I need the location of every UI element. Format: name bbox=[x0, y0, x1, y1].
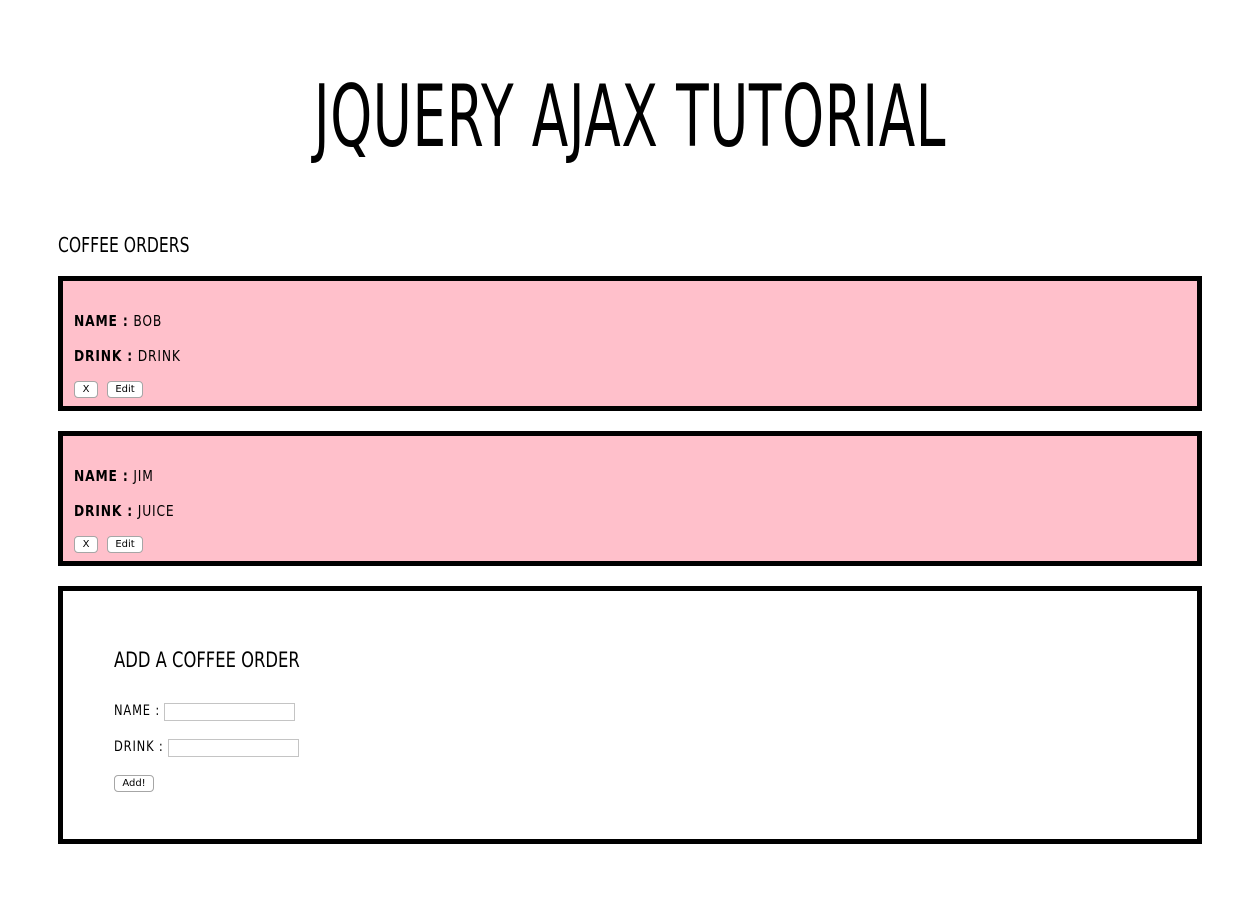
name-form-row: NAME : bbox=[114, 702, 295, 722]
add-order-panel: ADD A COFFEE ORDER NAME : DRINK : Add! bbox=[58, 586, 1202, 844]
order-drink-label: DRINK : bbox=[74, 347, 134, 365]
order-drink-line: DRINK : DRINK bbox=[74, 346, 181, 366]
order-drink-label: DRINK : bbox=[74, 502, 134, 520]
order-name-label: NAME : bbox=[74, 312, 129, 330]
delete-order-button[interactable]: X bbox=[74, 381, 98, 398]
delete-order-button[interactable]: X bbox=[74, 536, 98, 553]
coffee-orders-heading: COFFEE ORDERS bbox=[58, 233, 190, 257]
add-order-heading: ADD A COFFEE ORDER bbox=[114, 648, 300, 672]
order-name-value: JIM bbox=[133, 467, 154, 485]
order-name-line: NAME : JIM bbox=[74, 466, 154, 486]
order-name-label: NAME : bbox=[74, 467, 129, 485]
order-card: NAME : BOB DRINK : DRINK X Edit bbox=[58, 276, 1202, 411]
order-card: NAME : JIM DRINK : JUICE X Edit bbox=[58, 431, 1202, 566]
order-drink-value: JUICE bbox=[137, 502, 175, 520]
page: JQUERY AJAX TUTORIAL COFFEE ORDERS NAME … bbox=[0, 0, 1260, 923]
order-name-line: NAME : BOB bbox=[74, 311, 162, 331]
add-order-button[interactable]: Add! bbox=[114, 775, 154, 792]
edit-order-button[interactable]: Edit bbox=[107, 536, 143, 553]
drink-input[interactable] bbox=[168, 739, 299, 757]
drink-field-label: DRINK : bbox=[114, 739, 164, 755]
order-drink-value: DRINK bbox=[137, 347, 181, 365]
order-drink-line: DRINK : JUICE bbox=[74, 501, 174, 521]
name-input[interactable] bbox=[164, 703, 295, 721]
order-name-value: BOB bbox=[133, 312, 163, 330]
page-title: JQUERY AJAX TUTORIAL bbox=[313, 67, 947, 167]
drink-form-row: DRINK : bbox=[114, 738, 299, 758]
name-field-label: NAME : bbox=[114, 703, 161, 719]
edit-order-button[interactable]: Edit bbox=[107, 381, 143, 398]
